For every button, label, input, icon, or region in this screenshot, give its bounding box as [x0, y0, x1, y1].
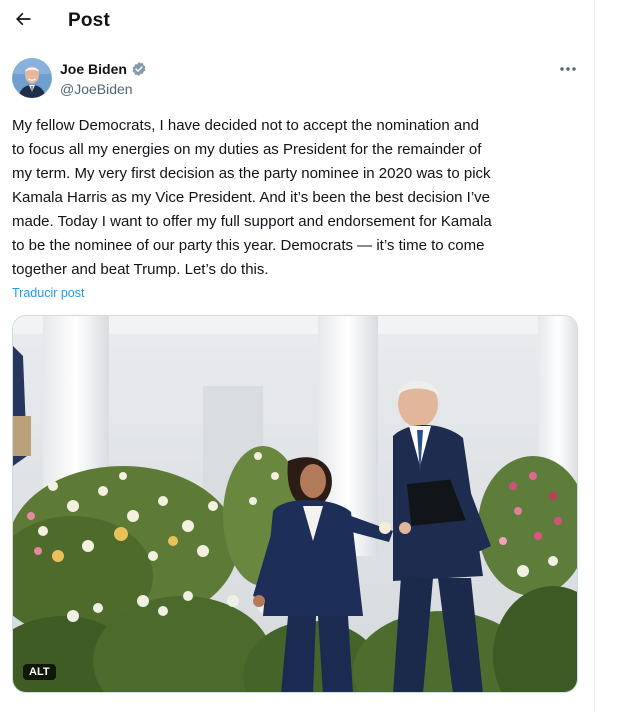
- page-title: Post: [68, 10, 110, 31]
- author-handle[interactable]: @JoeBiden: [60, 81, 133, 97]
- post-media-photo[interactable]: ALT: [12, 315, 578, 693]
- back-button[interactable]: [8, 4, 38, 34]
- post-text-line: to be the nominee of our party this year…: [12, 237, 485, 254]
- post-text-line: My fellow Democrats, I have decided not …: [12, 117, 479, 134]
- photo-illustration: [13, 316, 577, 692]
- post-text-line: to focus all my energies on my duties as…: [12, 141, 482, 158]
- post-text-line: my term. My very first decision as the p…: [12, 165, 491, 182]
- post-text-line: made. Today I want to offer my full supp…: [12, 213, 492, 230]
- post-text-line: Kamala Harris as my Vice President. And …: [12, 189, 491, 206]
- post-text: My fellow Democrats, I have decided not …: [12, 114, 584, 282]
- arrow-left-icon: [16, 12, 31, 26]
- more-horizontal-icon: [560, 67, 576, 71]
- avatar[interactable]: [12, 58, 52, 98]
- verified-badge-icon: [132, 62, 146, 76]
- translate-post-link[interactable]: Traducir post: [12, 286, 84, 300]
- more-options-button[interactable]: [556, 58, 580, 80]
- author-name-row[interactable]: Joe Biden: [60, 61, 147, 77]
- author-name: Joe Biden: [60, 61, 127, 77]
- author-row: Joe Biden @JoeBiden: [12, 58, 582, 102]
- top-bar: Post: [0, 0, 594, 42]
- post-text-line: together and beat Trump. Let’s do this.: [12, 261, 269, 278]
- column-divider: [594, 0, 595, 712]
- alt-text-badge[interactable]: ALT: [23, 664, 56, 680]
- post-column: Post Joe Biden @JoeBiden My fellow Democ…: [0, 0, 594, 712]
